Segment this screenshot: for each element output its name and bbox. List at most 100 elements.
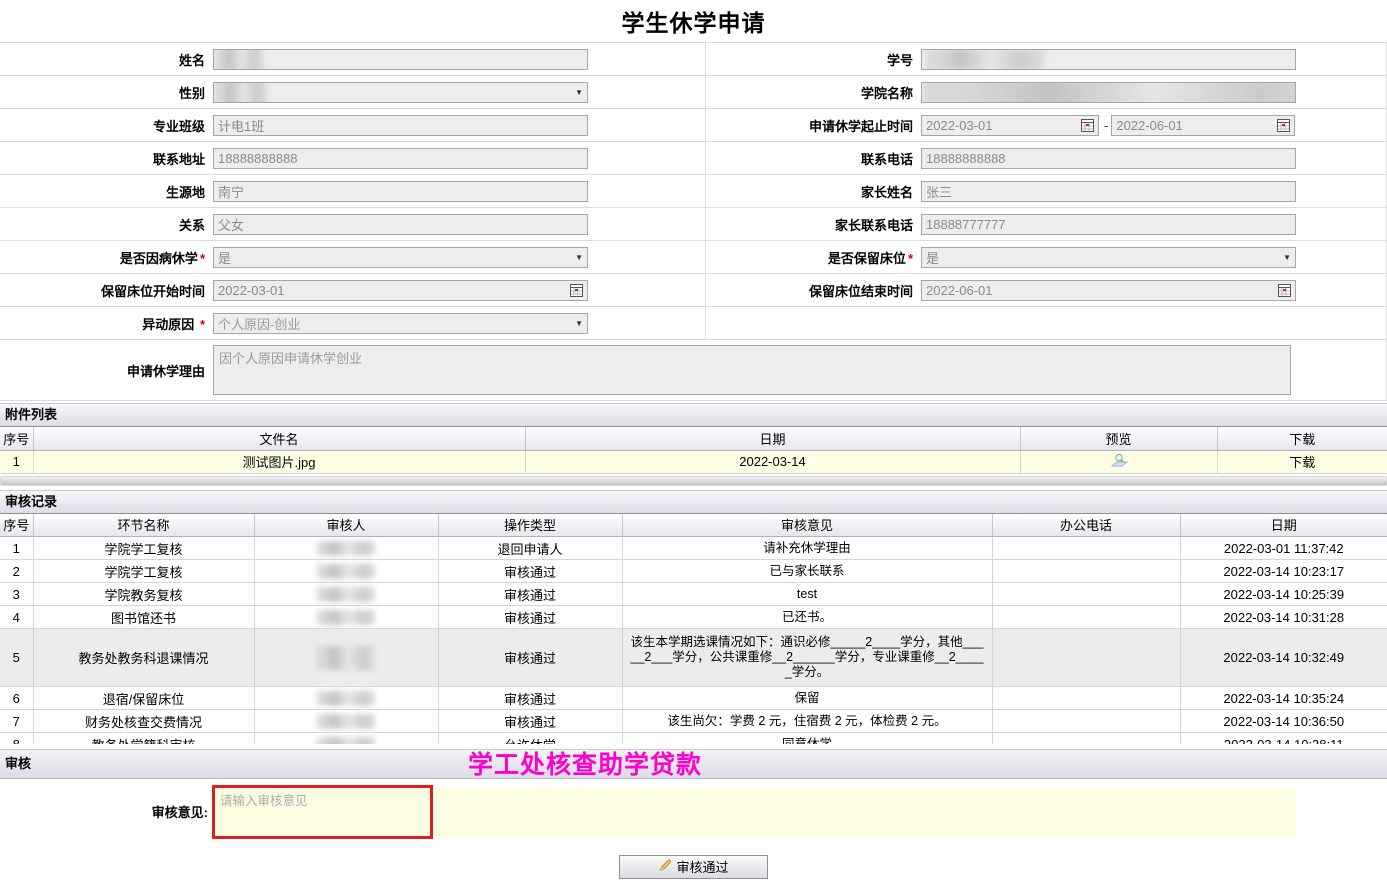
contact-phone-label: 联系电话 [706, 149, 918, 168]
bed-end-date-input[interactable]: 2022-06-01 [921, 280, 1296, 301]
calendar-icon[interactable] [1081, 119, 1094, 132]
form-row: 申请休学理由 因个人原因申请休学创业 [0, 340, 1386, 401]
redacted-gender-value [215, 82, 267, 103]
origin-label: 生源地 [0, 182, 210, 201]
redacted-reviewer [317, 737, 375, 743]
name-input[interactable] [213, 49, 588, 70]
bed-end-label: 保留床位结束时间 [706, 281, 918, 300]
gender-select[interactable]: ▼ [213, 82, 588, 103]
review-opinion-textarea[interactable] [212, 785, 433, 839]
attachments-section-header: 附件列表 [0, 403, 1387, 427]
preview-magnifier-icon[interactable] [1109, 456, 1129, 471]
approve-button[interactable]: 审核通过 [619, 855, 768, 879]
gender-label: 性别 [0, 83, 210, 102]
contact-address-input[interactable]: 18888888888 [213, 148, 588, 169]
leave-reason-label: 申请休学理由 [0, 361, 210, 380]
attach-col-date: 日期 [525, 427, 1020, 450]
form-row: 异动原因 * 个人原因-创业▼ [0, 307, 1386, 340]
leave-end-date-input[interactable]: 2022-06-01 [1111, 115, 1295, 136]
chevron-down-icon: ▼ [1279, 253, 1291, 262]
student-id-label: 学号 [706, 50, 918, 69]
attach-col-index: 序号 [0, 427, 33, 450]
redacted-name-value [215, 49, 263, 70]
relationship-input[interactable]: 父女 [213, 214, 588, 235]
attachments-table-footer-strip [0, 476, 1387, 486]
attachment-download-link[interactable]: 下载 [1217, 450, 1387, 473]
review-col-step: 环节名称 [33, 514, 254, 537]
chevron-down-icon: ▼ [571, 319, 583, 328]
parent-name-label: 家长姓名 [706, 182, 918, 201]
annotation-text: 学工处核查助学贷款 [468, 750, 702, 780]
attachments-table: 序号 文件名 日期 预览 下载 1 测试图片.jpg 2022-03-14 下载 [0, 427, 1387, 474]
redacted-reviewer [317, 541, 375, 556]
review-opinion-label: 审核意见: [0, 802, 212, 821]
review-row: 5 教务处教务科退课情况 审核通过 该生本学期选课情况如下：通识必修_____2… [0, 629, 1387, 687]
application-form: 姓名 学号 性别 ▼ 学院名称 专业班级 计电1班 [0, 42, 1387, 401]
calendar-icon[interactable] [570, 284, 583, 297]
review-col-opinion: 审核意见 [622, 514, 992, 537]
review-section-title: 审核 [5, 756, 31, 771]
origin-input[interactable]: 南宁 [213, 181, 588, 202]
calendar-icon[interactable] [1278, 284, 1291, 297]
required-asterisk: * [198, 251, 205, 266]
major-class-label: 专业班级 [0, 116, 210, 135]
college-label: 学院名称 [706, 83, 918, 102]
sick-leave-select[interactable]: 是▼ [213, 247, 588, 268]
form-row: 专业班级 计电1班 申请休学起止时间 2022-03-01 - 2022-06-… [0, 109, 1386, 142]
form-row: 生源地 南宁 家长姓名 张三 [0, 175, 1386, 208]
chevron-down-icon: ▼ [571, 253, 583, 262]
review-row: 7 财务处核查交费情况 审核通过 该生尚欠：学费 2 元，住宿费 2 元，体检费… [0, 710, 1387, 733]
form-row: 保留床位开始时间 2022-03-01 保留床位结束时间 2022-06-01 [0, 274, 1386, 307]
contact-phone-input[interactable]: 18888888888 [921, 148, 1296, 169]
redacted-reviewer [317, 564, 375, 579]
form-row: 性别 ▼ 学院名称 [0, 76, 1386, 109]
redacted-reviewer [317, 691, 375, 706]
calendar-icon[interactable] [1277, 119, 1290, 132]
student-id-input[interactable] [921, 49, 1296, 70]
review-records-table: 序号 环节名称 审核人 操作类型 审核意见 办公电话 日期 1 学院学工复核 退… [0, 514, 1387, 744]
change-reason-select[interactable]: 个人原因-创业▼ [213, 313, 588, 334]
date-range-separator: - [1099, 118, 1111, 133]
parent-phone-label: 家长联系电话 [706, 215, 918, 234]
leave-start-date-input[interactable]: 2022-03-01 [921, 115, 1099, 136]
form-row: 联系地址 18888888888 联系电话 18888888888 [0, 142, 1386, 175]
attach-col-download: 下载 [1217, 427, 1387, 450]
major-class-input[interactable]: 计电1班 [213, 115, 588, 136]
review-col-phone: 办公电话 [992, 514, 1180, 537]
review-col-reviewer: 审核人 [254, 514, 438, 537]
actions-row: 审核通过 [0, 855, 1387, 879]
parent-phone-input[interactable]: 18888777777 [921, 214, 1296, 235]
leave-reason-textarea[interactable]: 因个人原因申请休学创业 [213, 345, 1291, 395]
review-records-section-header: 审核记录 [0, 490, 1387, 514]
pencil-icon [658, 858, 672, 875]
leave-period-label: 申请休学起止时间 [706, 116, 918, 135]
keep-bed-label: 是否保留床位 [828, 251, 906, 266]
review-opinion-cell [212, 787, 1297, 837]
attachment-date: 2022-03-14 [525, 450, 1020, 473]
parent-name-input[interactable]: 张三 [921, 181, 1296, 202]
review-records-table-viewport[interactable]: 序号 环节名称 审核人 操作类型 审核意见 办公电话 日期 1 学院学工复核 退… [0, 514, 1387, 744]
review-row: 4 图书馆还书 审核通过 已还书。 2022-03-14 10:31:28 [0, 606, 1387, 629]
relationship-label: 关系 [0, 215, 210, 234]
bed-start-date-input[interactable]: 2022-03-01 [213, 280, 588, 301]
review-row: 3 学院教务复核 审核通过 test 2022-03-14 10:25:39 [0, 583, 1387, 606]
review-row: 1 学院学工复核 退回申请人 请补充休学理由 2022-03-01 11:37:… [0, 537, 1387, 560]
review-opinion-row: 审核意见: [0, 779, 1387, 843]
attachment-filename: 测试图片.jpg [33, 450, 525, 473]
name-label: 姓名 [0, 50, 210, 69]
keep-bed-select[interactable]: 是▼ [921, 247, 1296, 268]
college-input[interactable] [921, 82, 1296, 103]
attach-col-preview: 预览 [1020, 427, 1217, 450]
contact-address-label: 联系地址 [0, 149, 210, 168]
review-row: 8 教务处学籍科审核 允许休学 同意休学 2022-03-14 10:38:11 [0, 733, 1387, 744]
page-title: 学生休学申请 [622, 4, 766, 38]
change-reason-label: 异动原因 [142, 317, 194, 332]
redacted-reviewer [317, 610, 375, 625]
review-row: 2 学院学工复核 审核通过 已与家长联系 2022-03-14 10:23:17 [0, 560, 1387, 583]
redacted-reviewer [317, 646, 375, 670]
review-section-header: 审核 学工处核查助学贷款 [0, 749, 1387, 779]
chevron-down-icon: ▼ [571, 88, 583, 97]
required-asterisk: * [198, 317, 205, 332]
form-row: 是否因病休学* 是▼ 是否保留床位* 是▼ [0, 241, 1386, 274]
form-row: 姓名 学号 [0, 43, 1386, 76]
